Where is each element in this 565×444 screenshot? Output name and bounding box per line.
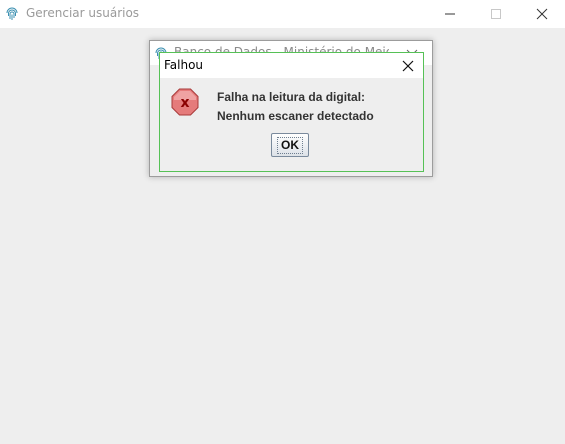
error-dialog: Falhou x Falha na leitura da digital: Ne…	[159, 52, 424, 172]
close-button[interactable]	[519, 0, 565, 28]
ok-button[interactable]: OK	[271, 133, 309, 157]
maximize-icon	[491, 9, 501, 19]
close-icon	[536, 8, 548, 20]
error-message-line-2: Nenhum escaner detectado	[217, 109, 374, 123]
error-dialog-title: Falhou	[164, 58, 204, 72]
minimize-button[interactable]	[427, 0, 473, 28]
svg-text:x: x	[180, 95, 189, 111]
ok-button-label: OK	[277, 136, 303, 154]
minimize-icon	[445, 13, 455, 15]
error-dialog-title-bar[interactable]: Falhou	[160, 53, 423, 78]
maximize-button[interactable]	[473, 0, 519, 28]
error-x-icon: x	[171, 88, 199, 116]
error-dialog-close-button[interactable]	[394, 53, 422, 78]
window-title: Gerenciar usuários	[26, 6, 140, 20]
close-icon	[402, 60, 414, 71]
error-message-line-1: Falha na leitura da digital:	[217, 90, 366, 104]
fingerprint-icon	[5, 6, 19, 20]
title-bar[interactable]: Gerenciar usuários	[0, 0, 565, 28]
